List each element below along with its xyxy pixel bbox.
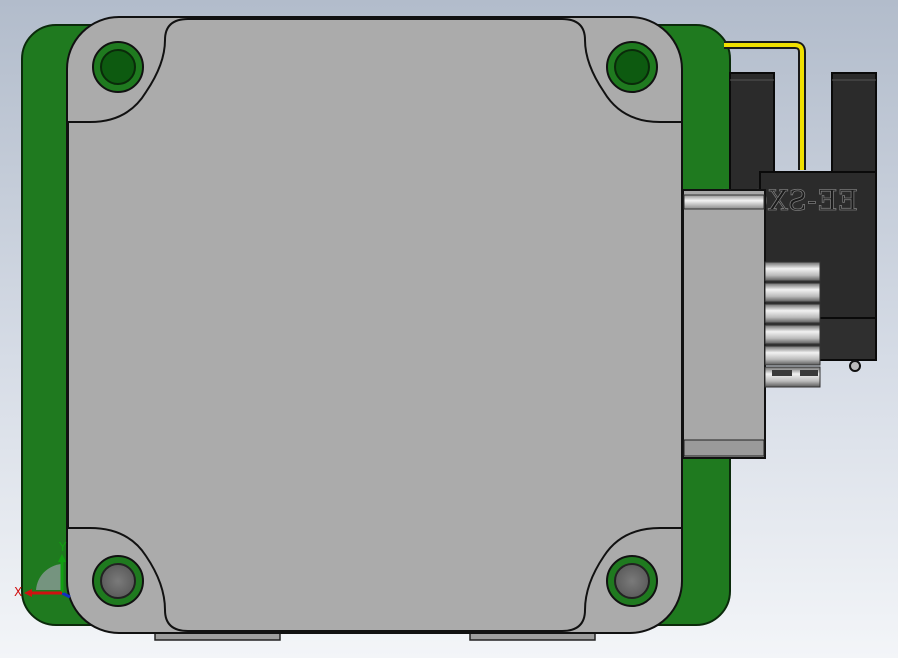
x-axis-label: X: [14, 585, 22, 599]
motor-assembly-model[interactable]: EE-SX672 Y X: [0, 0, 898, 658]
mounting-hole-bottom-left: [92, 555, 144, 607]
connector-housing: [682, 189, 766, 459]
mounting-hole-top-left: [92, 41, 144, 93]
y-axis-label: Y: [58, 540, 67, 554]
mounting-hole-top-right: [606, 41, 658, 93]
motor-face: [67, 18, 683, 632]
cad-viewport[interactable]: EE-SX672 Y X: [0, 0, 898, 658]
mounting-hole-bottom-right: [606, 555, 658, 607]
connector-pins: [764, 261, 821, 388]
